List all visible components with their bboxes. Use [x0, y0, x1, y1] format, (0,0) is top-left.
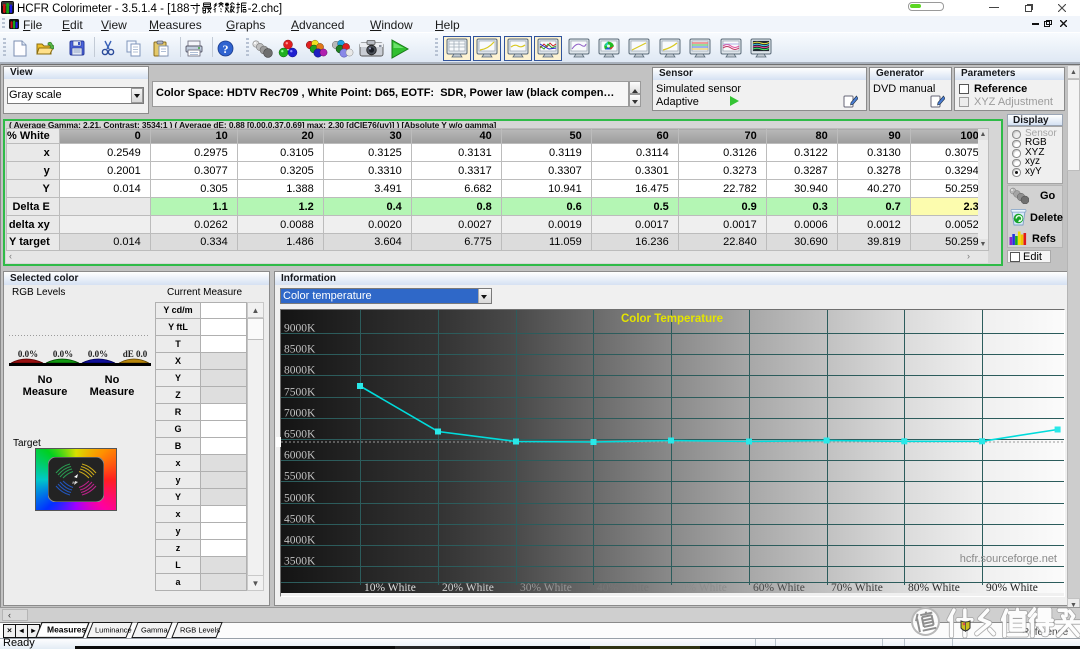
- svg-text:?: ?: [223, 42, 229, 56]
- svg-text:8000K: 8000K: [284, 365, 316, 377]
- svg-text:30% White: 30% White: [520, 582, 572, 593]
- svg-text:8500K: 8500K: [284, 344, 316, 356]
- svg-text:70% White: 70% White: [831, 582, 883, 593]
- svg-text:Color Temperature: Color Temperature: [621, 313, 723, 325]
- svg-text:Gamma: Gamma: [141, 626, 169, 635]
- svg-text:60% White: 60% White: [753, 582, 805, 593]
- svg-text:3500K: 3500K: [284, 556, 316, 568]
- svg-text:5500K: 5500K: [284, 471, 316, 483]
- svg-text:20% White: 20% White: [442, 582, 494, 593]
- svg-text:6500K: 6500K: [284, 429, 316, 441]
- svg-text:hcfr.sourceforge.net: hcfr.sourceforge.net: [960, 553, 1057, 565]
- svg-text:80% White: 80% White: [908, 582, 960, 593]
- svg-text:Luminance: Luminance: [95, 626, 132, 635]
- svg-text:40% White: 40% White: [597, 582, 649, 593]
- svg-text:90% White: 90% White: [986, 582, 1038, 593]
- svg-text:RGB Levels: RGB Levels: [180, 626, 220, 635]
- svg-text:7500K: 7500K: [284, 387, 316, 399]
- svg-text:Measures: Measures: [47, 625, 86, 635]
- svg-text:10% White: 10% White: [364, 582, 416, 593]
- svg-text:5000K: 5000K: [284, 493, 316, 505]
- svg-text:4500K: 4500K: [284, 514, 316, 526]
- svg-text:6000K: 6000K: [284, 450, 316, 462]
- svg-text:4000K: 4000K: [284, 535, 316, 547]
- svg-text:7000K: 7000K: [284, 408, 316, 420]
- svg-text:9000K: 9000K: [284, 323, 316, 335]
- svg-text:50% White: 50% White: [675, 582, 727, 593]
